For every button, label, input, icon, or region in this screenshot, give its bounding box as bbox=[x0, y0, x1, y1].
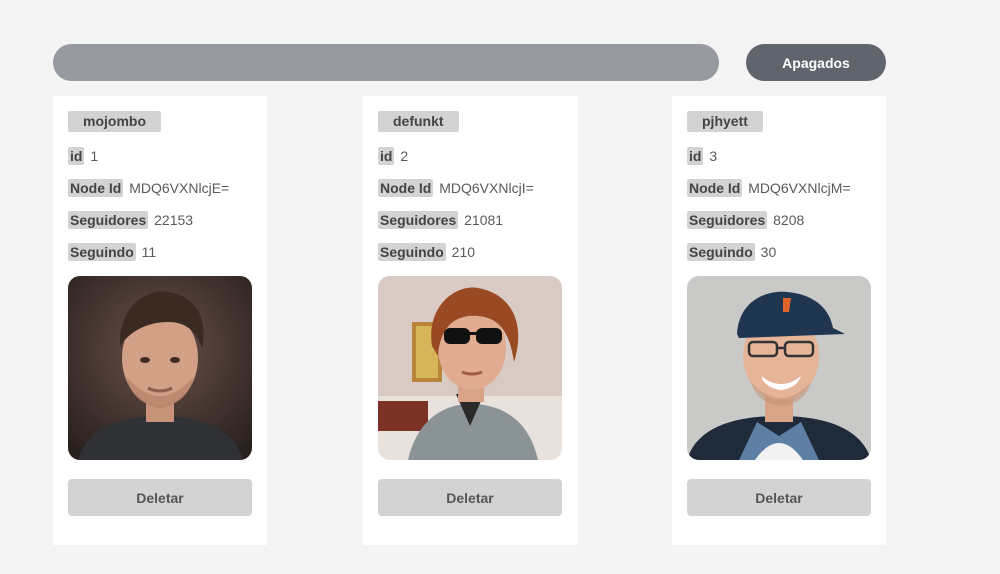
node-id-label: Node Id bbox=[378, 179, 434, 197]
following-value: 30 bbox=[760, 244, 777, 260]
following-label: Seguindo bbox=[378, 243, 446, 261]
avatar bbox=[378, 276, 562, 460]
node-id-value: MDQ6VXNlcjE= bbox=[129, 180, 230, 196]
user-card: defunkt id 2 Node Id MDQ6VXNlcjI= Seguid… bbox=[363, 96, 577, 545]
id-field: id 2 bbox=[378, 147, 408, 165]
avatar bbox=[687, 276, 871, 460]
followers-field: Seguidores 8208 bbox=[687, 211, 804, 229]
avatar-photo-mojombo bbox=[68, 276, 252, 460]
avatar bbox=[68, 276, 252, 460]
followers-label: Seguidores bbox=[687, 211, 768, 229]
search-input[interactable] bbox=[53, 44, 719, 81]
node-id-field: Node Id MDQ6VXNlcjI= bbox=[378, 179, 534, 197]
user-login: mojombo bbox=[68, 111, 161, 132]
following-label: Seguindo bbox=[687, 243, 755, 261]
followers-value: 8208 bbox=[773, 212, 805, 228]
user-card: mojombo id 1 Node Id MDQ6VXNlcjE= Seguid… bbox=[53, 96, 267, 545]
id-label: id bbox=[378, 147, 395, 165]
avatar-photo-defunkt bbox=[378, 276, 562, 460]
followers-value: 21081 bbox=[464, 212, 504, 228]
delete-button[interactable]: Deletar bbox=[378, 479, 562, 516]
node-id-label: Node Id bbox=[68, 179, 124, 197]
user-login: defunkt bbox=[378, 111, 459, 132]
following-label: Seguindo bbox=[68, 243, 136, 261]
following-field: Seguindo 30 bbox=[687, 243, 776, 261]
delete-button[interactable]: Deletar bbox=[68, 479, 252, 516]
user-card: pjhyett id 3 Node Id MDQ6VXNlcjM= Seguid… bbox=[672, 96, 886, 545]
followers-value: 22153 bbox=[154, 212, 194, 228]
following-value: 210 bbox=[451, 244, 476, 260]
node-id-value: MDQ6VXNlcjM= bbox=[748, 180, 851, 196]
id-label: id bbox=[687, 147, 704, 165]
id-value: 3 bbox=[709, 148, 718, 164]
id-label: id bbox=[68, 147, 85, 165]
followers-field: Seguidores 21081 bbox=[378, 211, 503, 229]
id-field: id 1 bbox=[68, 147, 98, 165]
following-value: 11 bbox=[141, 244, 157, 260]
delete-button[interactable]: Deletar bbox=[687, 479, 871, 516]
id-value: 1 bbox=[90, 148, 99, 164]
following-field: Seguindo 210 bbox=[378, 243, 475, 261]
node-id-value: MDQ6VXNlcjI= bbox=[439, 180, 534, 196]
id-field: id 3 bbox=[687, 147, 717, 165]
node-id-field: Node Id MDQ6VXNlcjE= bbox=[68, 179, 229, 197]
followers-field: Seguidores 22153 bbox=[68, 211, 193, 229]
node-id-label: Node Id bbox=[687, 179, 743, 197]
id-value: 2 bbox=[400, 148, 409, 164]
user-login: pjhyett bbox=[687, 111, 763, 132]
followers-label: Seguidores bbox=[68, 211, 149, 229]
node-id-field: Node Id MDQ6VXNlcjM= bbox=[687, 179, 851, 197]
following-field: Seguindo 11 bbox=[68, 243, 156, 261]
apagados-toggle-button[interactable]: Apagados bbox=[746, 44, 886, 81]
followers-label: Seguidores bbox=[378, 211, 459, 229]
avatar-photo-pjhyett bbox=[687, 276, 871, 460]
